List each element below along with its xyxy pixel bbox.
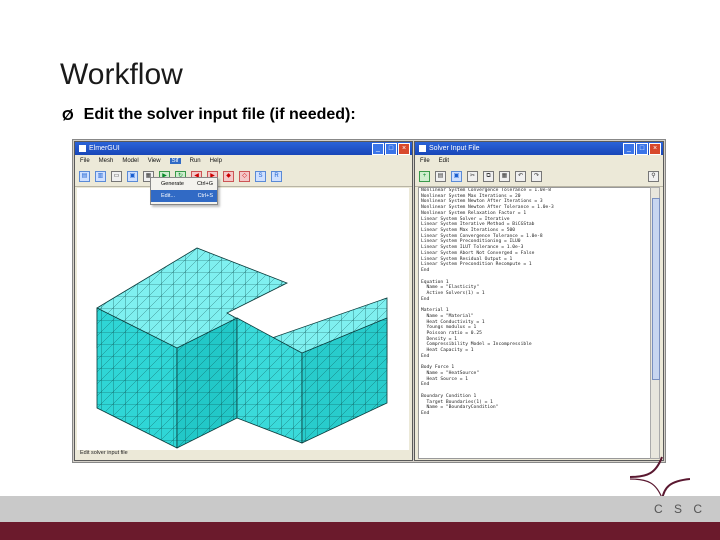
solver-icon[interactable]: S [255, 170, 266, 182]
sif-toolbar: + ▤ ▣ ✂ ⧉ ▦ ↶ ↷ ⚲ [415, 166, 663, 187]
open-icon[interactable]: ▤ [79, 170, 90, 182]
footer-band-grey [0, 496, 720, 522]
sif-undo-icon[interactable]: ↶ [515, 170, 526, 182]
menu-run[interactable]: Run [190, 158, 201, 164]
sif-dropdown-menu: Generate Ctrl+G Edit... Ctrl+S [150, 177, 218, 205]
gui-statusbar: Edit solver input file [80, 450, 128, 456]
close-button[interactable]: × [398, 143, 410, 155]
mesh-view [96, 247, 388, 449]
elmergui-window: ElmerGUI _ □ × File Mesh Model View Sif … [74, 141, 413, 461]
menu-model[interactable]: Model [122, 158, 138, 164]
arrow-bullet-icon: Ø [62, 106, 74, 124]
sif-new-icon[interactable]: + [419, 170, 430, 182]
menu-item-generate[interactable]: Generate Ctrl+G [151, 178, 217, 190]
window-app-icon [79, 145, 86, 152]
slide-title: Workflow [60, 58, 183, 91]
edit-shortcut: Ctrl+S [197, 193, 213, 199]
csc-logo-text: C S C [654, 502, 707, 516]
menu-sif[interactable]: Sif [169, 157, 181, 164]
sif-maximize-button[interactable]: □ [636, 143, 648, 155]
sif-minimize-button[interactable]: _ [623, 143, 635, 155]
load-icon[interactable]: ▥ [95, 170, 106, 182]
gui-menubar: File Mesh Model View Sif Run Help [75, 155, 412, 166]
generate-label: Generate [161, 181, 184, 187]
csc-logo-cross-icon [630, 456, 690, 500]
bullet-text: Edit the solver input file (if needed): [83, 106, 356, 123]
sif-save-icon[interactable]: ▣ [451, 170, 462, 182]
edit-label: Edit... [161, 193, 176, 199]
sif-close-button[interactable]: × [649, 143, 661, 155]
sif-cut-icon[interactable]: ✂ [467, 170, 478, 182]
sif-line: End [421, 411, 430, 417]
generate-shortcut: Ctrl+G [196, 181, 213, 187]
menu-view[interactable]: View [148, 158, 161, 164]
menu-file[interactable]: File [80, 158, 90, 164]
gui-toolbar: ▤ ▥ ▭ ▣ ▦ ▶ ↻ ◀ ▶ ◆ ◇ S R [75, 166, 412, 187]
sif-scrollbar[interactable] [650, 187, 660, 459]
minimize-button[interactable]: _ [372, 143, 384, 155]
gui-title: ElmerGUI [89, 145, 120, 152]
screenshot-area: ElmerGUI _ □ × File Mesh Model View Sif … [72, 139, 666, 463]
sif-titlebar: Solver Input File _ □ × [415, 142, 663, 155]
sif-window-icon [419, 145, 426, 152]
save-icon[interactable]: ▣ [127, 170, 138, 182]
mesh-canvas[interactable] [77, 188, 409, 450]
sif-scroll-thumb[interactable] [652, 198, 660, 380]
divide-icon[interactable]: ◇ [239, 170, 250, 182]
results-icon[interactable]: R [271, 170, 282, 182]
menu-mesh[interactable]: Mesh [99, 158, 114, 164]
sif-redo-icon[interactable]: ↷ [531, 170, 542, 182]
menu-help[interactable]: Help [210, 158, 222, 164]
sif-find-icon[interactable]: ⚲ [648, 170, 659, 182]
sif-open-icon[interactable]: ▤ [435, 170, 446, 182]
sif-menu-file[interactable]: File [420, 158, 430, 164]
sif-paste-icon[interactable]: ▦ [499, 170, 510, 182]
unify-icon[interactable]: ◆ [223, 170, 234, 182]
sif-window: Solver Input File _ □ × File Edit + ▤ ▣ … [414, 141, 664, 461]
sif-menubar: File Edit [415, 155, 663, 166]
sif-title: Solver Input File [429, 145, 480, 152]
gui-titlebar: ElmerGUI _ □ × [75, 142, 412, 155]
sif-menu-edit[interactable]: Edit [439, 158, 449, 164]
menu-item-edit[interactable]: Edit... Ctrl+S [151, 190, 217, 202]
sif-text-editor[interactable]: Nonlinear System Convergence Tolerance =… [418, 187, 654, 459]
sif-copy-icon[interactable]: ⧉ [483, 170, 494, 182]
maximize-button[interactable]: □ [385, 143, 397, 155]
footer-band-red [0, 522, 720, 540]
new-icon[interactable]: ▭ [111, 170, 122, 182]
bullet-item: Ø Edit the solver input file (if needed)… [62, 106, 356, 124]
